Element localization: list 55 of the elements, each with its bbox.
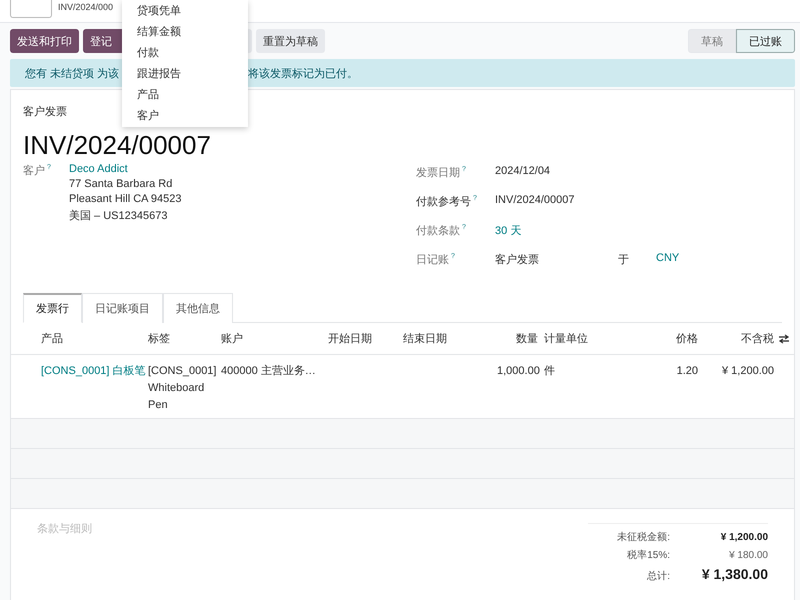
field-label: 发票日期 $^{?}$ (416, 165, 467, 180)
column-header: 产品 (40, 332, 64, 346)
customer-link[interactable]: Deco Addict (69, 163, 416, 175)
toolbar-button[interactable]: 重置为草稿 (256, 29, 325, 53)
table-cell-text: 1.20 (676, 364, 699, 379)
field-value: INV/2024/00007 (495, 194, 576, 206)
column-header: 账户 (220, 332, 244, 346)
total-label: 未征税金额: (616, 530, 671, 544)
field-value: 2024/12/04 (495, 165, 552, 177)
status-stage[interactable]: 已过账 (736, 29, 795, 53)
breadcrumb-text: INV/2024/000 (58, 2, 114, 12)
table-cell-text: ¥ 1,200.00 (721, 364, 775, 379)
field-label: 付款条款 $^{?}$ (416, 223, 467, 238)
field-label: 日记账 $^{?}$ (416, 252, 456, 267)
total-value: ¥ 1,200.00 (720, 532, 768, 543)
table-cell-text: [CONS_0001] Whiteboard Pen (147, 364, 218, 413)
menu-item[interactable]: 贷项凭单 (122, 1, 248, 22)
banner-text: 将该发票标记为已付。 (248, 66, 358, 80)
menu-item[interactable]: 客户 (122, 106, 248, 127)
column-header: 不含税 (740, 332, 775, 346)
banner-text: 您有 未结贷项 为该 (25, 66, 120, 80)
field-value: 客户发票 (495, 252, 540, 267)
total-value: ¥ 1,380.00 (700, 566, 768, 582)
address-line: 美国 – US12345673 (69, 208, 168, 223)
field-link[interactable]: 30 天 (495, 223, 782, 238)
table-cell-text: 1,000.00 (497, 364, 541, 379)
total-label: 总计: (646, 570, 671, 583)
column-header: 结束日期 (402, 332, 448, 346)
settings-icon[interactable] (778, 334, 790, 344)
field-value: 于 (618, 253, 630, 267)
total-label: 税率15%: (626, 548, 671, 562)
invoice-number: INV/2024/00007 (23, 131, 211, 159)
tab[interactable]: 发票行 (23, 293, 82, 323)
column-header: 计量单位 (543, 332, 589, 346)
column-header: 数量 (515, 332, 539, 346)
column-header: 开始日期 (327, 332, 373, 346)
table-cell-text: 400000 主营业务… (220, 364, 317, 379)
column-header: 价格 (675, 332, 699, 346)
field-label: 付款参考号 $^{?}$ (416, 194, 478, 209)
currency-link[interactable]: CNY (656, 252, 782, 267)
tab[interactable]: 日记账项目 (82, 293, 163, 323)
column-header: 标签 (147, 332, 171, 346)
status-stage[interactable]: 草稿 (688, 29, 736, 53)
address-line: Pleasant Hill CA 94523 (69, 193, 183, 205)
menu-item[interactable]: 跟进报告 (122, 64, 248, 85)
menu-item[interactable]: 产品 (122, 85, 248, 106)
terms-field[interactable]: 条款与细则 (37, 523, 337, 535)
table-cell-text: 件 (543, 364, 556, 379)
toolbar-button[interactable]: 发送和打印 (10, 29, 79, 53)
document-type: 客户发票 (23, 104, 67, 119)
product-link[interactable]: [CONS_0001] 白板笔 (39, 363, 146, 380)
tab[interactable]: 其他信息 (163, 293, 233, 323)
address-line: 77 Santa Barbara Rd (69, 178, 174, 190)
field-label: 客户 $^{?}$ (23, 163, 52, 178)
total-value: ¥ 180.00 (728, 550, 768, 561)
